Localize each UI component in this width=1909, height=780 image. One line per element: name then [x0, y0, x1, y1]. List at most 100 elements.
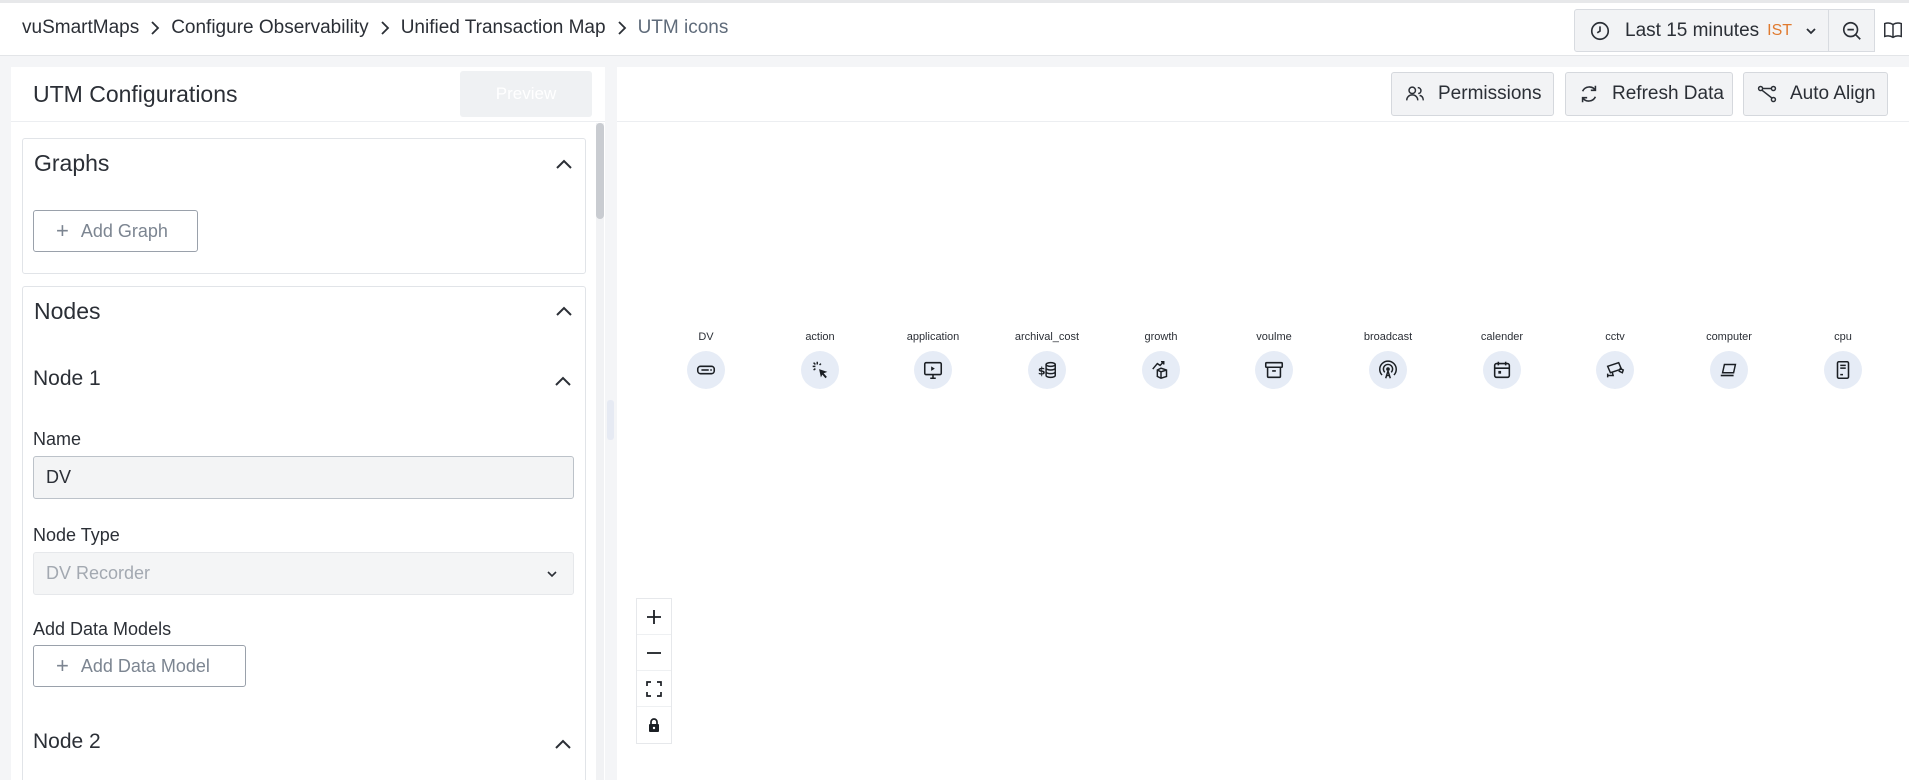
utm-node[interactable]: cpu	[1788, 331, 1898, 389]
node-label: cpu	[1834, 331, 1852, 343]
utm-configurations-panel: UTM Configurations Preview Graphs + Add …	[11, 67, 605, 780]
fit-view-button[interactable]	[637, 671, 671, 707]
breadcrumb: vuSmartMaps Configure Observability Unif…	[22, 17, 728, 39]
node-1-title: Node 1	[33, 367, 101, 390]
archive-box-icon[interactable]	[1255, 351, 1293, 389]
refresh-icon	[1581, 85, 1597, 103]
utm-node[interactable]: computer	[1674, 331, 1784, 389]
permissions-button[interactable]: Permissions	[1391, 72, 1554, 116]
permissions-label: Permissions	[1438, 83, 1542, 104]
zoom-in-icon	[647, 609, 661, 624]
node-label: growth	[1144, 331, 1178, 343]
utm-node[interactable]: calender	[1447, 331, 1557, 389]
node-type-label: Node Type	[33, 525, 120, 545]
lock-button[interactable]	[637, 707, 671, 743]
refresh-data-button[interactable]: Refresh Data	[1565, 72, 1733, 116]
chevron-up-icon[interactable]	[552, 734, 574, 756]
node-label: broadcast	[1363, 331, 1413, 343]
preview-label: Preview	[495, 84, 557, 103]
utm-node[interactable]: voulme	[1219, 331, 1329, 389]
utm-node[interactable]: action	[765, 331, 875, 389]
utm-canvas[interactable]: Permissions Refresh Data Auto Align	[617, 67, 1909, 780]
zoom-out-icon	[1842, 21, 1861, 40]
node-type-select[interactable]: DV Recorder	[33, 552, 574, 595]
chevron-up-icon[interactable]	[553, 154, 575, 176]
node-label: DV	[698, 331, 714, 343]
zoom-in-button[interactable]	[637, 599, 671, 635]
node-label: application	[906, 331, 960, 343]
breadcrumb-item-vusmartmaps[interactable]: vuSmartMaps	[22, 17, 139, 39]
canvas-toolbar: Permissions Refresh Data Auto Align	[617, 67, 1909, 122]
plus-icon: +	[56, 218, 69, 243]
scrollbar-track[interactable]	[596, 123, 604, 780]
cpu-icon[interactable]	[1824, 351, 1862, 389]
chevron-down-icon	[1806, 27, 1816, 34]
node-name-input[interactable]: DV	[33, 456, 574, 499]
monitor-app-icon[interactable]	[914, 351, 952, 389]
node-label: cctv	[1605, 331, 1625, 343]
fit-view-icon	[646, 680, 662, 697]
clock-icon	[1590, 21, 1610, 40]
utm-node[interactable]: DV	[651, 331, 761, 389]
preview-button[interactable]: Preview	[460, 71, 592, 117]
users-icon	[1406, 86, 1424, 101]
graphs-title: Graphs	[34, 150, 110, 176]
node-label: action	[805, 331, 835, 343]
panel-header: UTM Configurations Preview	[11, 67, 605, 122]
breadcrumb-item-unified-transaction-map[interactable]: Unified Transaction Map	[401, 17, 606, 39]
add-graph-button[interactable]: + Add Graph	[33, 210, 198, 252]
node-label: computer	[1706, 331, 1752, 343]
chevron-up-icon[interactable]	[552, 371, 574, 393]
refresh-data-label: Refresh Data	[1612, 83, 1724, 104]
panel-resize-handle[interactable]	[607, 400, 614, 440]
dollar-coins-icon[interactable]: $	[1028, 351, 1066, 389]
plus-icon: +	[56, 653, 69, 678]
node-label: archival_cost	[1014, 331, 1080, 343]
growth-box-icon[interactable]	[1142, 351, 1180, 389]
timezone-label: IST	[1767, 21, 1793, 39]
calendar-icon[interactable]	[1483, 351, 1521, 389]
auto-align-icon	[1757, 85, 1777, 103]
node-type-value: DV Recorder	[46, 563, 151, 583]
utm-node[interactable]: archival_cost $	[992, 331, 1102, 389]
nodes-title: Nodes	[34, 298, 101, 324]
time-range-picker[interactable]: Last 15 minutes IST	[1574, 9, 1829, 52]
node-label: calender	[1480, 331, 1524, 343]
dv-recorder-icon[interactable]	[687, 351, 725, 389]
breadcrumb-item-configure-observability[interactable]: Configure Observability	[171, 17, 368, 39]
add-data-model-label: Add Data Model	[80, 655, 210, 676]
laptop-icon[interactable]	[1710, 351, 1748, 389]
cctv-icon[interactable]	[1596, 351, 1634, 389]
zoom-out-time-button[interactable]	[1829, 9, 1875, 52]
graphs-section: Graphs + Add Graph	[22, 138, 586, 274]
cursor-click-icon[interactable]	[801, 351, 839, 389]
name-label: Name	[33, 429, 82, 449]
time-range-label: Last 15 minutes	[1625, 19, 1760, 41]
node-label: voulme	[1256, 331, 1292, 343]
node-2-title: Node 2	[33, 730, 101, 753]
utm-node[interactable]: cctv	[1560, 331, 1670, 389]
auto-align-button[interactable]: Auto Align	[1743, 72, 1888, 116]
book-icon[interactable]	[1882, 19, 1904, 41]
chevron-down-icon	[547, 571, 557, 578]
scrollbar-thumb[interactable]	[596, 123, 604, 219]
add-data-models-label: Add Data Models	[33, 619, 172, 639]
chevron-up-icon[interactable]	[553, 301, 575, 323]
utm-node[interactable]: broadcast	[1333, 331, 1443, 389]
utm-node[interactable]: growth	[1106, 331, 1216, 389]
top-bar: vuSmartMaps Configure Observability Unif…	[0, 0, 1909, 56]
svg-text:$: $	[1038, 365, 1046, 378]
lock-icon	[649, 718, 659, 732]
utm-node[interactable]: application	[878, 331, 988, 389]
auto-align-label: Auto Align	[1790, 83, 1876, 104]
chevron-right-icon	[369, 21, 401, 35]
panel-title: UTM Configurations	[33, 81, 238, 107]
add-graph-label: Add Graph	[80, 220, 168, 241]
broadcast-icon[interactable]	[1369, 351, 1407, 389]
add-data-model-button[interactable]: + Add Data Model	[33, 645, 246, 687]
chevron-right-icon	[139, 21, 171, 35]
map-controls	[636, 598, 672, 744]
breadcrumb-item-utm-icons: UTM icons	[637, 17, 729, 38]
chevron-right-icon	[606, 21, 638, 35]
zoom-out-button[interactable]	[637, 635, 671, 671]
